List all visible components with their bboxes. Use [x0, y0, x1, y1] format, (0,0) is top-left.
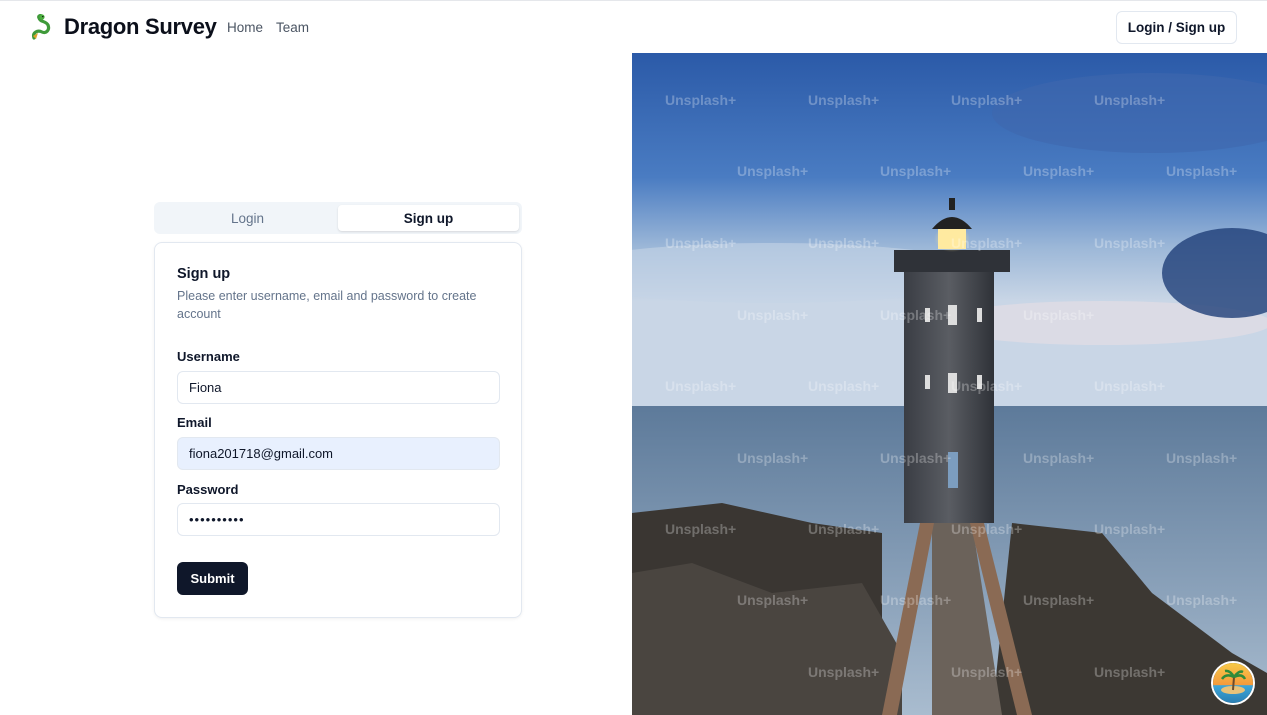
svg-text:Unsplash+: Unsplash+ — [1166, 592, 1237, 608]
svg-text:Unsplash+: Unsplash+ — [1094, 235, 1165, 251]
tab-login[interactable]: Login — [157, 205, 338, 231]
svg-text:Unsplash+: Unsplash+ — [1023, 450, 1094, 466]
svg-text:Unsplash+: Unsplash+ — [951, 92, 1022, 108]
svg-text:Unsplash+: Unsplash+ — [951, 235, 1022, 251]
svg-text:Unsplash+: Unsplash+ — [1166, 450, 1237, 466]
auth-tabs: Login Sign up — [154, 202, 522, 234]
signup-card: Sign up Please enter username, email and… — [154, 242, 522, 618]
svg-text:Unsplash+: Unsplash+ — [1023, 592, 1094, 608]
svg-text:Unsplash+: Unsplash+ — [1166, 163, 1237, 179]
svg-text:Unsplash+: Unsplash+ — [1094, 92, 1165, 108]
svg-text:Unsplash+: Unsplash+ — [1094, 378, 1165, 394]
brand-name: Dragon Survey — [64, 14, 217, 39]
svg-text:Unsplash+: Unsplash+ — [665, 521, 736, 537]
submit-button[interactable]: Submit — [177, 562, 248, 595]
svg-text:Unsplash+: Unsplash+ — [808, 235, 879, 251]
svg-text:Unsplash+: Unsplash+ — [1023, 307, 1094, 323]
svg-text:Unsplash+: Unsplash+ — [737, 592, 808, 608]
svg-text:Unsplash+: Unsplash+ — [737, 450, 808, 466]
svg-text:Unsplash+: Unsplash+ — [808, 92, 879, 108]
password-label: Password — [177, 482, 239, 497]
svg-text:Unsplash+: Unsplash+ — [808, 378, 879, 394]
tab-signup[interactable]: Sign up — [338, 205, 519, 231]
card-title: Sign up — [177, 266, 231, 282]
svg-text:Unsplash+: Unsplash+ — [880, 307, 951, 323]
hero-lighthouse-image: Unsplash+ Unsplash+ Unsplash+ Unsplash+ Uns… — [632, 53, 1267, 715]
dragon-logo-icon — [30, 14, 54, 40]
card-description: Please enter username, email and passwor… — [177, 289, 477, 321]
svg-text:Unsplash+: Unsplash+ — [737, 307, 808, 323]
svg-text:Unsplash+: Unsplash+ — [951, 664, 1022, 680]
svg-text:Unsplash+: Unsplash+ — [880, 450, 951, 466]
svg-text:Unsplash+: Unsplash+ — [951, 521, 1022, 537]
email-label: Email — [177, 415, 212, 430]
svg-text:Unsplash+: Unsplash+ — [665, 235, 736, 251]
top-navbar: Dragon Survey Home Team Login / Sign up — [0, 0, 1267, 53]
svg-text:Unsplash+: Unsplash+ — [665, 378, 736, 394]
island-avatar-icon[interactable] — [1211, 661, 1255, 705]
svg-text:Unsplash+: Unsplash+ — [880, 163, 951, 179]
email-input[interactable]: fiona201718@gmail.com — [177, 437, 500, 470]
username-input[interactable]: Fiona — [177, 371, 500, 404]
svg-text:Unsplash+: Unsplash+ — [951, 378, 1022, 394]
svg-text:Unsplash+: Unsplash+ — [1023, 163, 1094, 179]
brand[interactable]: Dragon Survey — [30, 14, 217, 40]
nav-link-team[interactable]: Team — [276, 20, 309, 35]
svg-text:Unsplash+: Unsplash+ — [737, 163, 808, 179]
svg-text:Unsplash+: Unsplash+ — [880, 592, 951, 608]
login-signup-button[interactable]: Login / Sign up — [1116, 11, 1237, 44]
svg-text:Unsplash+: Unsplash+ — [665, 92, 736, 108]
nav-link-home[interactable]: Home — [227, 20, 263, 35]
username-label: Username — [177, 349, 240, 364]
svg-text:Unsplash+: Unsplash+ — [808, 521, 879, 537]
password-input[interactable]: •••••••••• — [177, 503, 500, 536]
svg-text:Unsplash+: Unsplash+ — [1094, 664, 1165, 680]
svg-text:Unsplash+: Unsplash+ — [1094, 521, 1165, 537]
svg-text:Unsplash+: Unsplash+ — [808, 664, 879, 680]
